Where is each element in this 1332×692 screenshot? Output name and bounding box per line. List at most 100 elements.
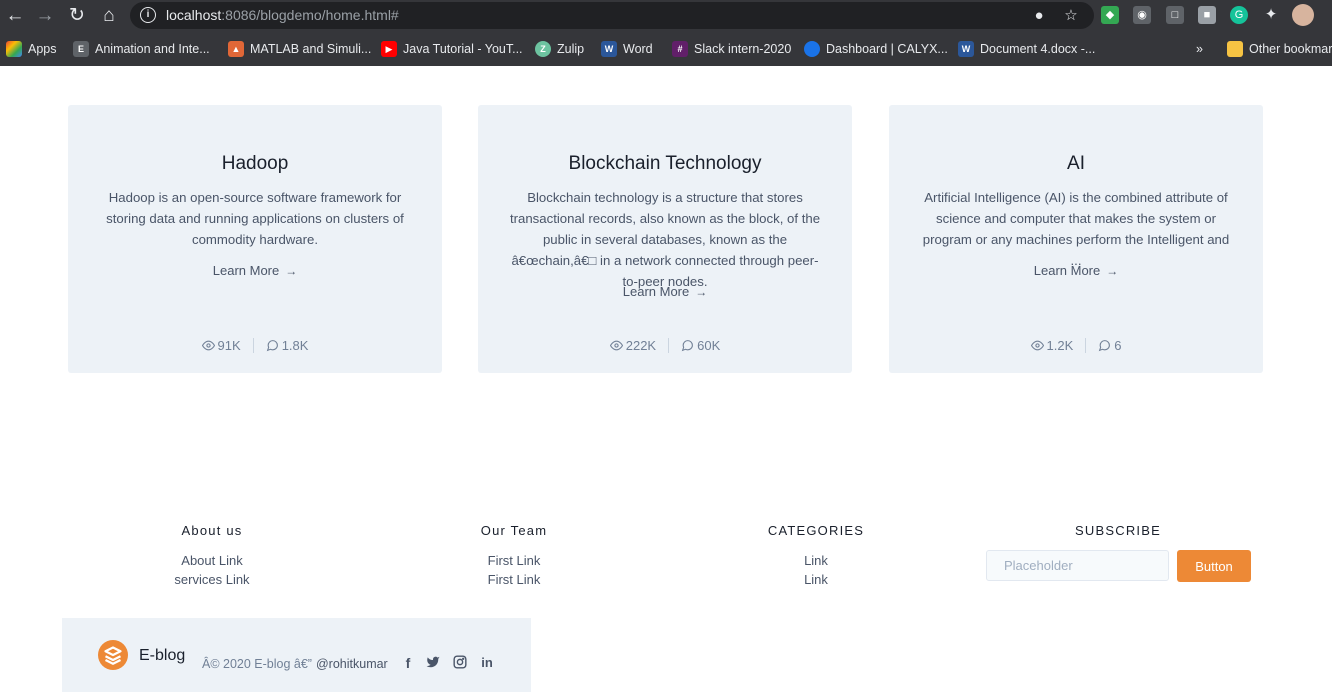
layers-icon [104, 646, 122, 665]
views-stat: 1.2K [1019, 338, 1086, 353]
card-title: AI [1067, 153, 1085, 174]
footer-heading: CATEGORIES [767, 523, 865, 538]
learn-more-label: Learn More [1033, 263, 1101, 278]
twitter-icon[interactable] [425, 655, 441, 671]
bookmark-label: Other bookmarks [1249, 42, 1332, 56]
bookmark-label: Dashboard | CALYX... [826, 42, 948, 56]
subscribe-email-input[interactable] [986, 550, 1169, 581]
bookmark-label: Document 4.docx -... [980, 42, 1096, 56]
bookmark-label: Java Tutorial - YouT... [403, 42, 523, 56]
home-icon[interactable]: ⌂ [96, 4, 122, 28]
eye-icon [609, 340, 623, 351]
bookmark-dashboard[interactable]: Dashboard | CALYX... [804, 40, 948, 58]
card-title: Blockchain Technology [568, 153, 762, 174]
bookmark-label: Slack intern-2020 [694, 42, 792, 56]
blog-card-hadoop: Hadoop Hadoop is an open-source software… [68, 105, 442, 373]
footer-heading: Our Team [480, 523, 548, 538]
brand-name[interactable]: E-blog [139, 647, 185, 665]
blocked-content-icon[interactable]: ● [1030, 7, 1048, 25]
chevron-double-right-icon: » [1196, 42, 1203, 56]
bookmark-slack[interactable]: # Slack intern-2020 [672, 40, 791, 58]
card-description: Artificial Intelligence (AI) is the comb… [922, 190, 1230, 268]
bookmark-word[interactable]: W Word [601, 40, 653, 58]
facebook-icon[interactable]: f [400, 655, 416, 671]
bookmarks-overflow-button[interactable]: » [1196, 40, 1203, 58]
slack-icon: # [672, 41, 688, 57]
address-bar[interactable]: i localhost:8086/blogdemo/home.html# ● ☆ [130, 2, 1094, 29]
bookmark-java-tutorial[interactable]: ▶ Java Tutorial - YouT... [381, 40, 523, 58]
views-count: 222K [625, 338, 657, 353]
comment-icon [266, 340, 278, 352]
puzzle-extensions-icon[interactable]: ✦ [1262, 6, 1280, 24]
footer-about-column: About us About Link services Link [152, 523, 272, 589]
site-info-icon[interactable]: i [140, 7, 156, 23]
bookmark-document[interactable]: W Document 4.docx -... [958, 40, 1095, 58]
bookmark-apps[interactable]: Apps [6, 40, 57, 58]
footer-link[interactable]: First Link [454, 551, 574, 570]
footer-link[interactable]: Link [756, 551, 876, 570]
comments-count: 1.8K [281, 338, 309, 353]
eye-icon [1030, 340, 1044, 351]
bookmark-matlab[interactable]: ▲ MATLAB and Simuli... [228, 40, 371, 58]
footer-heading: SUBSCRIBE [1075, 523, 1161, 538]
card-description: Blockchain technology is a structure tha… [509, 190, 821, 289]
forward-arrow-icon[interactable]: → [32, 4, 58, 28]
learn-more-label: Learn More [622, 284, 690, 299]
views-stat: 222K [598, 338, 668, 353]
card-title: Hadoop [221, 153, 289, 174]
arrow-right-icon: → [695, 285, 708, 299]
other-bookmarks-folder[interactable]: Other bookmarks [1227, 40, 1332, 58]
blog-card-blockchain: Blockchain Technology Blockchain technol… [478, 105, 852, 373]
footer-link[interactable]: Link [756, 570, 876, 589]
comments-count: 60K [697, 338, 721, 353]
card-description: Hadoop is an open-source software framew… [106, 190, 404, 247]
card-stats: 91K 1.8K [68, 338, 442, 353]
eye-icon [201, 340, 215, 351]
eblog-logo[interactable] [98, 640, 128, 670]
bookmark-zulip[interactable]: Z Zulip [535, 40, 584, 58]
browser-toolbar: ← → ↻ ⌂ i localhost:8086/blogdemo/home.h… [0, 0, 1332, 33]
word-icon: W [958, 41, 974, 57]
apps-grid-icon [6, 41, 22, 57]
learn-more-link[interactable]: Learn More → [478, 284, 852, 299]
grammarly-icon[interactable]: G [1230, 6, 1248, 24]
copyright-label: Â© 2020 E-blog â€” [202, 657, 312, 671]
window-icon[interactable]: □ [1166, 6, 1184, 24]
comments-count: 6 [1114, 338, 1122, 353]
footer-link[interactable]: First Link [454, 570, 574, 589]
browser-chrome: ← → ↻ ⌂ i localhost:8086/blogdemo/home.h… [0, 0, 1332, 66]
subscribe-button[interactable]: Button [1177, 550, 1251, 582]
comment-icon [1098, 340, 1111, 352]
word-icon: W [601, 41, 617, 57]
footer-subscribe-column: SUBSCRIBE [1058, 523, 1178, 551]
views-stat: 91K [190, 338, 253, 353]
views-count: 1.2K [1046, 338, 1074, 353]
back-arrow-icon[interactable]: ← [2, 4, 28, 28]
reload-icon[interactable]: ↻ [64, 4, 90, 28]
bookmarks-bar: Apps E Animation and Inte... ▲ MATLAB an… [0, 33, 1332, 66]
youtube-icon: ▶ [381, 41, 397, 57]
extension-tab-icon[interactable]: ■ [1198, 6, 1216, 24]
linkedin-icon[interactable]: in [479, 655, 495, 671]
calyx-icon [804, 41, 820, 57]
url-text[interactable]: localhost:8086/blogdemo/home.html# [166, 7, 399, 23]
arrow-right-icon: → [1106, 264, 1119, 278]
learn-more-link[interactable]: Learn More → [889, 263, 1263, 278]
footer-link[interactable]: About Link [152, 551, 272, 570]
footer-heading: About us [181, 523, 243, 538]
extension-gem-icon[interactable]: ◆ [1101, 6, 1119, 24]
footer-categories-column: CATEGORIES Link Link [756, 523, 876, 589]
bookmark-animation[interactable]: E Animation and Inte... [73, 40, 210, 58]
author-handle-link[interactable]: @rohitkumar [316, 657, 388, 671]
footer-team-column: Our Team First Link First Link [454, 523, 574, 589]
folder-icon [1227, 41, 1243, 57]
bookmark-star-icon[interactable]: ☆ [1062, 7, 1080, 25]
footer-link[interactable]: services Link [152, 570, 272, 589]
profile-avatar[interactable] [1292, 4, 1314, 26]
learn-more-link[interactable]: Learn More → [68, 263, 442, 278]
comment-icon [681, 340, 694, 352]
bookmark-label: MATLAB and Simuli... [250, 42, 372, 56]
camera-icon[interactable]: ◉ [1133, 6, 1151, 24]
instagram-icon[interactable] [452, 655, 468, 671]
comments-stat: 6 [1085, 338, 1133, 353]
